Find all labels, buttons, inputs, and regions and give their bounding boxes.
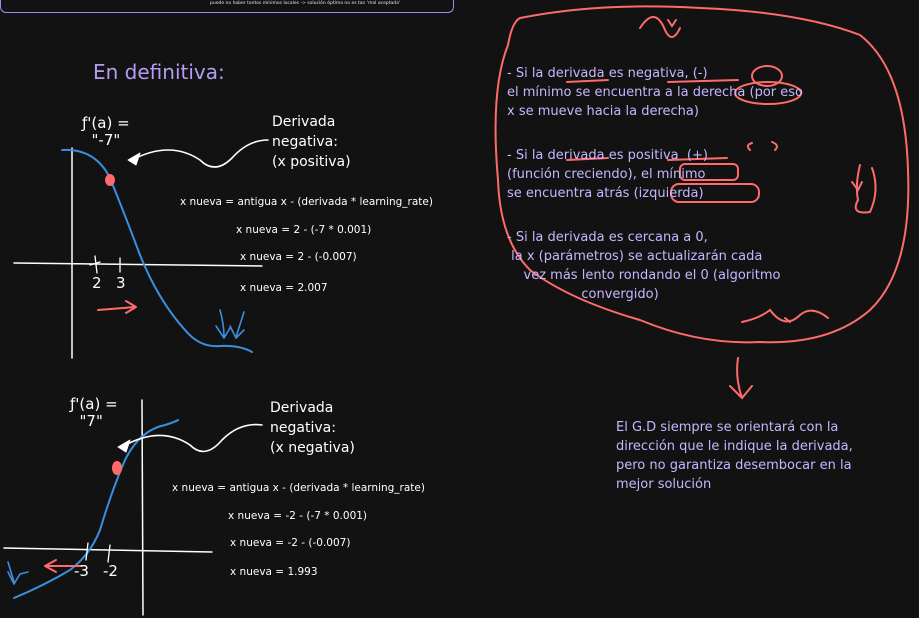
- bubble-paragraph-zero: - Si la derivada es cercana a 0, la x (p…: [507, 230, 781, 302]
- graph1-x-axis: [13, 262, 263, 267]
- graph1-equation-3: x nueva = 2 - (-0.007): [240, 251, 357, 263]
- bubble-paragraph-positive: - Si la derivada es positiva (+) (funció…: [507, 148, 708, 201]
- bubble-paragraph-negative: - Si la derivada es negativa, (-) el mín…: [507, 66, 804, 119]
- graph2-drawing: [3, 399, 263, 616]
- graph1-annotation: Derivada negativa: (x positiva): [272, 114, 351, 170]
- graph2-tick-neg2: -2: [103, 562, 118, 580]
- graph1-drawing: [13, 139, 269, 359]
- graph1-tick-2: 2: [92, 274, 102, 292]
- graph2-equation-3: x nueva = -2 - (-0.007): [230, 537, 351, 549]
- graph2-fx-label: ƒ'(a) = "7": [70, 395, 118, 430]
- graph1-equation-4: x nueva = 2.007: [240, 282, 328, 294]
- graph1-equation-1: x nueva = antigua x - (derivada * learni…: [180, 196, 433, 208]
- graph1-tick-3: 3: [116, 274, 126, 292]
- graph1-fx-label: ƒ'(a) = "-7": [82, 114, 130, 149]
- conclusion-text: El G.D siempre se orientará con la direc…: [616, 420, 853, 492]
- graph2-equation-4: x nueva = 1.993: [230, 566, 318, 578]
- graph2-annotation: Derivada negativa: (x negativa): [270, 400, 355, 456]
- graph2-y-axis: [141, 399, 144, 616]
- graph2-equation-2: x nueva = -2 - (-7 * 0.001): [228, 510, 368, 522]
- graph1-curve: [61, 148, 253, 353]
- graph2-curve: [13, 419, 179, 599]
- graph2-equation-1: x nueva = antigua x - (derivada * learni…: [172, 482, 425, 494]
- graph2-x-axis: [3, 547, 213, 553]
- graph2-tick-neg3: -3: [74, 562, 89, 580]
- graph1-equation-2: x nueva = 2 - (-7 * 0.001): [236, 224, 372, 236]
